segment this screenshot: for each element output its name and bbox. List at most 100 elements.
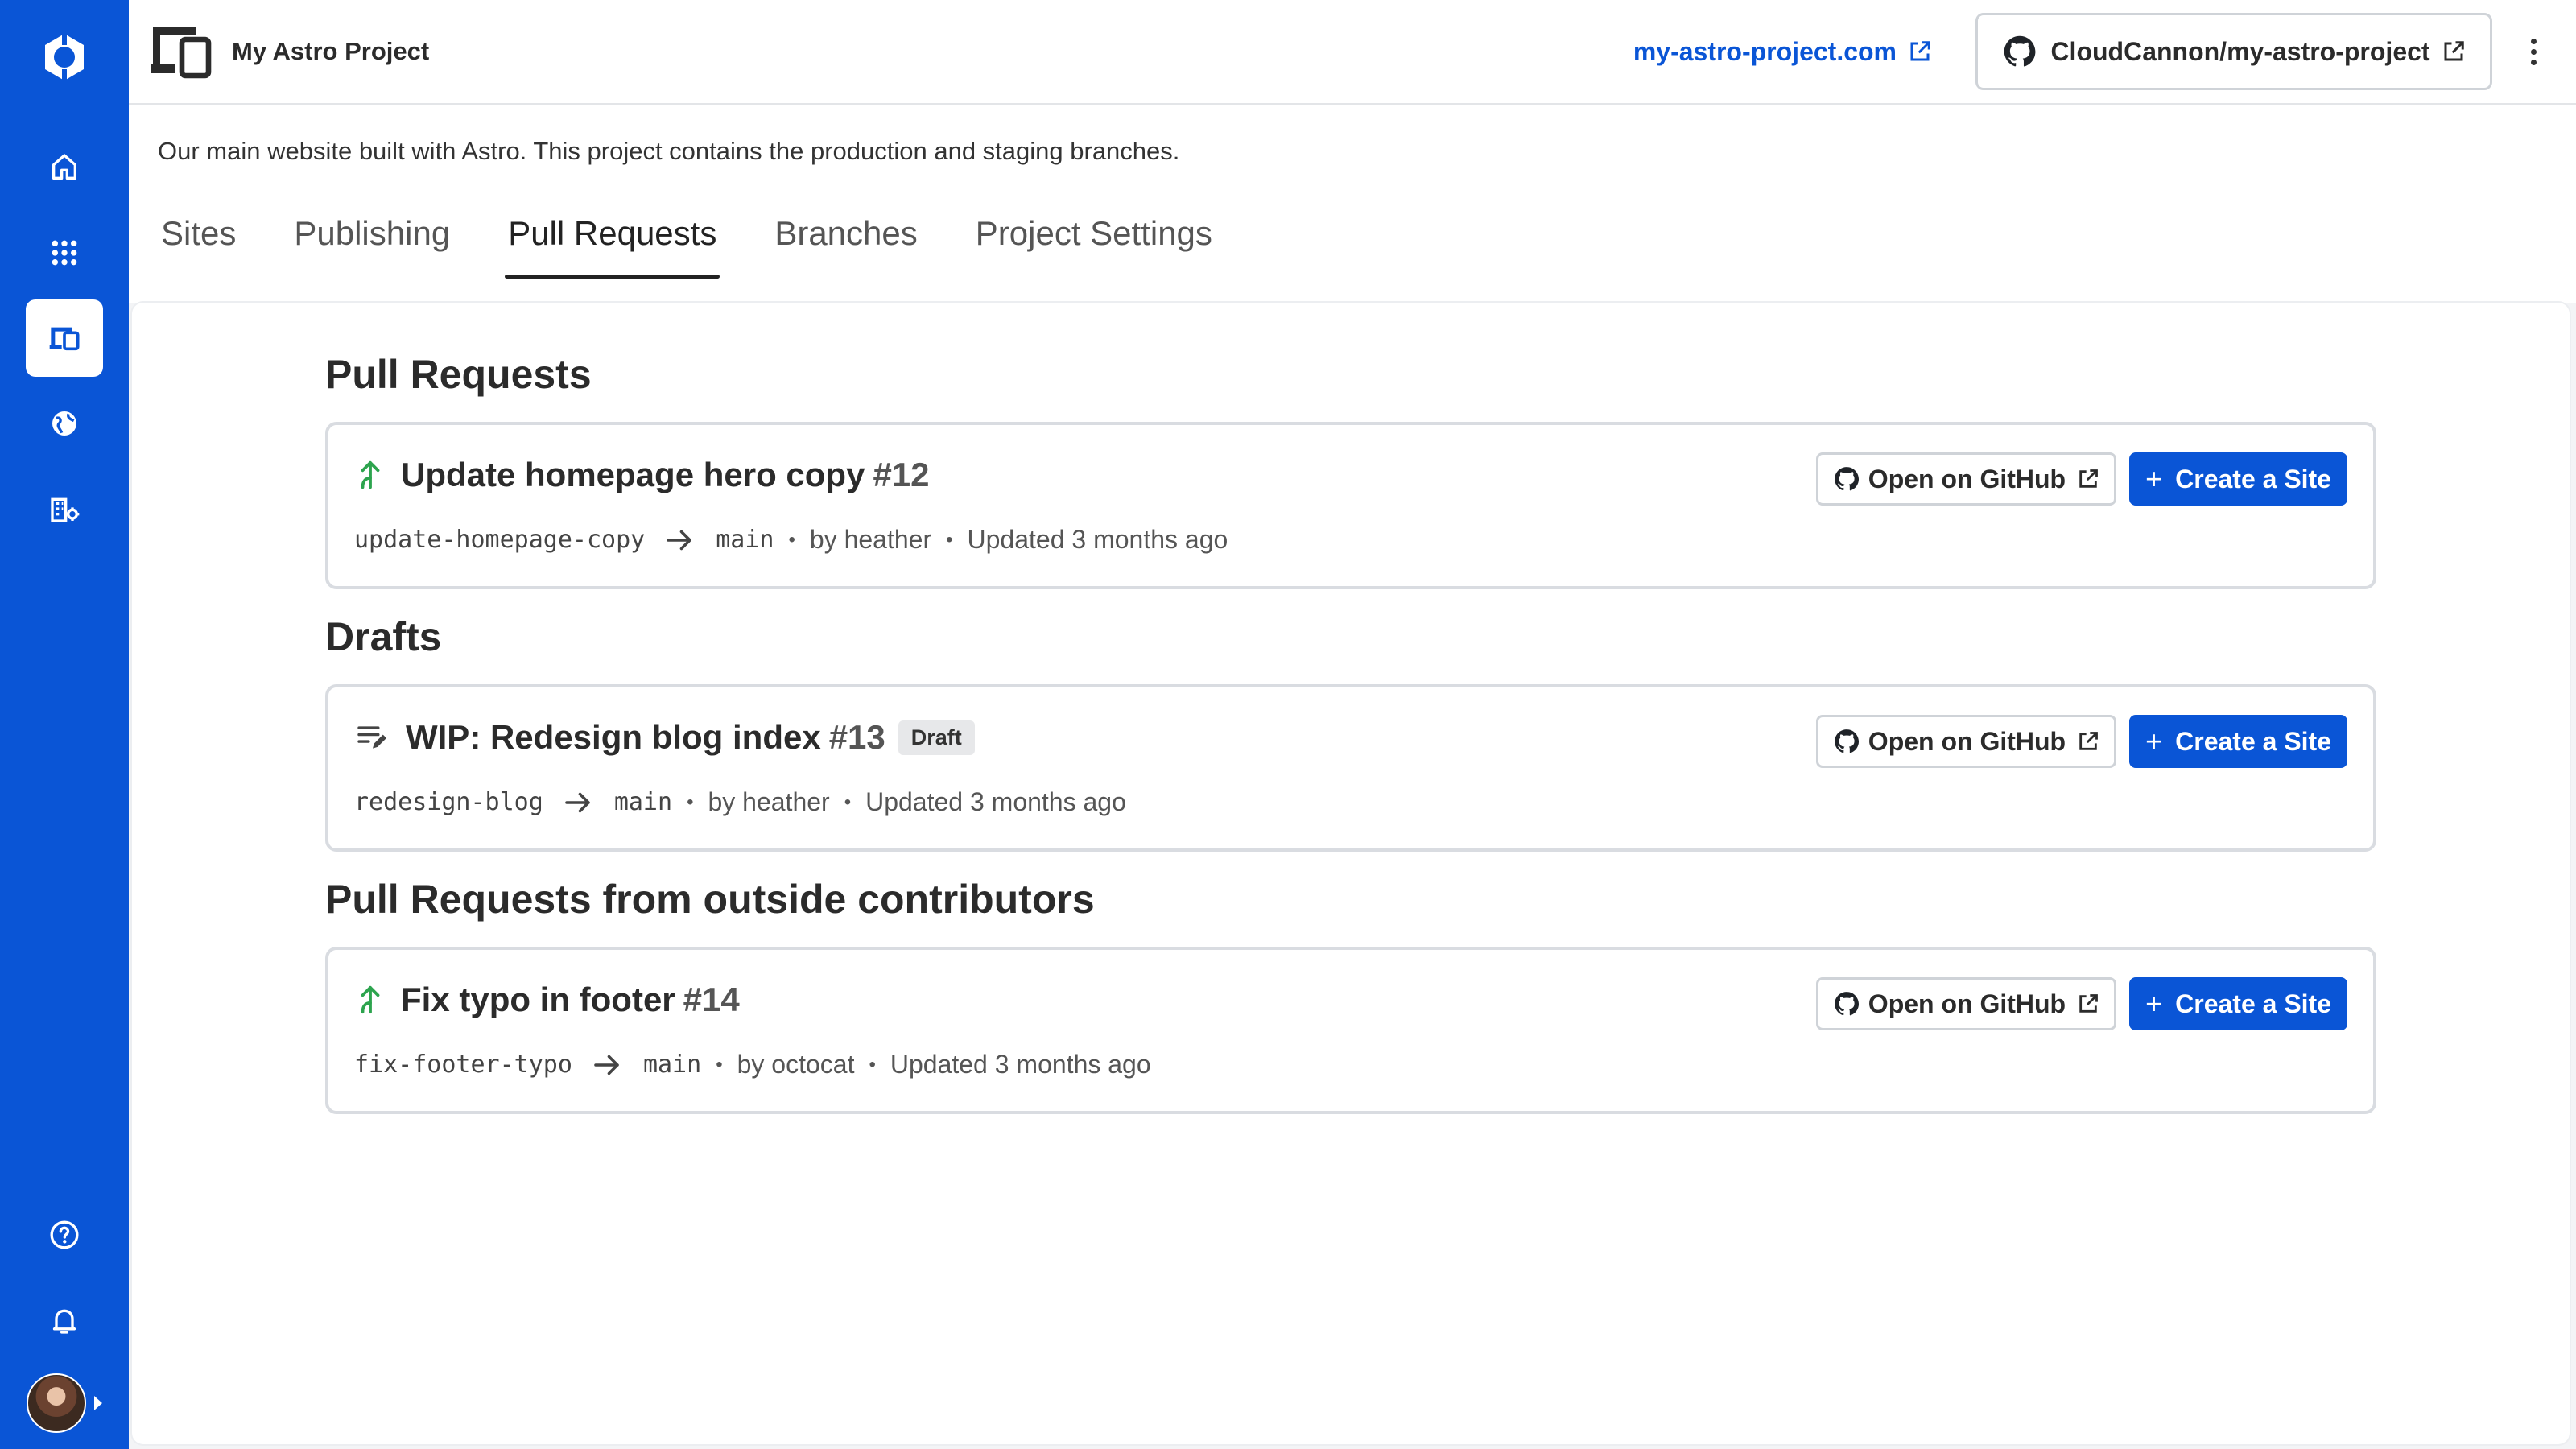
tab-publishing[interactable]: Publishing — [294, 214, 450, 279]
external-link-icon — [1910, 41, 1930, 61]
create-a-site-button[interactable]: + Create a Site — [2129, 977, 2347, 1030]
external-link-icon — [2079, 469, 2098, 488]
create-a-site-button[interactable]: + Create a Site — [2129, 452, 2347, 506]
avatar — [27, 1373, 86, 1433]
pull-request-card: Update homepage hero copy #12 update-hom… — [325, 422, 2376, 589]
create-a-site-label: Create a Site — [2175, 989, 2331, 1018]
pr-actions: Open on GitHub + Create a Site — [1815, 452, 2347, 506]
pull-request-icon — [357, 460, 383, 490]
nav-help[interactable] — [26, 1196, 103, 1274]
pull-request-card: Fix typo in footer #14 fix-footer-typo m… — [325, 947, 2376, 1114]
tab-sites[interactable]: Sites — [161, 214, 236, 279]
create-a-site-label: Create a Site — [2175, 464, 2331, 493]
arrow-right-icon — [564, 791, 593, 815]
open-on-github-label: Open on GitHub — [1868, 464, 2066, 493]
cloudcannon-logo[interactable] — [0, 0, 129, 114]
separator-dot: • — [687, 791, 694, 813]
pr-actions: Open on GitHub + Create a Site — [1815, 715, 2347, 768]
user-menu[interactable] — [27, 1373, 102, 1433]
plus-icon: + — [2145, 462, 2163, 495]
repo-name: CloudCannon/my-astro-project — [2050, 36, 2430, 66]
github-icon — [1834, 992, 1859, 1016]
project-name: My Astro Project — [232, 37, 430, 65]
kebab-dot — [2530, 38, 2537, 44]
section-title: Pull Requests — [325, 352, 592, 397]
nav-domains[interactable] — [26, 385, 103, 462]
nav-projects[interactable] — [26, 299, 103, 377]
project-header: My Astro Project my-astro-project.com Cl… — [129, 0, 2576, 105]
devices-icon — [49, 327, 80, 351]
pr-updated: Updated 3 months ago — [967, 525, 1228, 554]
pr-author: by heather — [708, 787, 830, 816]
external-link-icon — [2444, 41, 2464, 61]
pr-title-row: Update homepage hero copy #12 — [357, 456, 930, 494]
pull-requests-panel: Pull Requests Update homepage hero copy … — [132, 303, 2570, 1444]
globe-icon — [52, 411, 76, 436]
pr-actions: Open on GitHub + Create a Site — [1815, 977, 2347, 1030]
repo-button[interactable]: CloudCannon/my-astro-project — [1975, 13, 2492, 90]
site-url-text: my-astro-project.com — [1633, 36, 1897, 66]
target-branch: main — [642, 1051, 702, 1079]
separator-dot: • — [869, 1053, 876, 1075]
section-title: Drafts — [325, 614, 442, 659]
sidebar — [0, 0, 129, 1449]
source-branch: update-homepage-copy — [354, 526, 646, 554]
tab-pull-requests[interactable]: Pull Requests — [505, 214, 720, 279]
pr-number: #13 — [828, 718, 886, 756]
kebab-dot — [2530, 48, 2537, 55]
external-link-icon — [2079, 732, 2098, 750]
pr-number: #14 — [683, 980, 740, 1018]
nav-organization[interactable] — [26, 470, 103, 547]
open-on-github-label: Open on GitHub — [1868, 726, 2066, 756]
create-a-site-label: Create a Site — [2175, 726, 2331, 756]
separator-dot: • — [844, 791, 852, 813]
pr-title-row: Fix typo in footer #14 — [357, 980, 740, 1019]
pull-request-icon — [357, 985, 383, 1015]
devices-icon — [148, 23, 216, 80]
more-options-button[interactable] — [2508, 13, 2558, 90]
nav-apps[interactable] — [26, 214, 103, 291]
separator-dot: • — [716, 1053, 723, 1075]
pr-meta: redesign-blog main • by heather • Update… — [354, 787, 1126, 817]
pr-author: by heather — [809, 525, 932, 554]
source-branch: redesign-blog — [354, 788, 543, 816]
pr-meta: fix-footer-typo main • by octocat • Upda… — [354, 1050, 1151, 1080]
building-settings-icon — [51, 497, 80, 522]
separator-dot: • — [946, 528, 953, 551]
help-icon — [50, 1220, 79, 1249]
pr-title[interactable]: Update homepage hero copy — [401, 456, 865, 494]
section-title: Pull Requests from outside contributors — [325, 877, 1095, 922]
open-on-github-button[interactable]: Open on GitHub — [1815, 715, 2117, 768]
pr-meta: update-homepage-copy main • by heather •… — [354, 525, 1228, 555]
pr-author: by octocat — [737, 1050, 855, 1079]
plus-icon: + — [2145, 724, 2163, 758]
open-on-github-label: Open on GitHub — [1868, 989, 2066, 1018]
target-branch: main — [716, 526, 774, 554]
separator-dot: • — [788, 528, 795, 551]
github-icon — [2004, 35, 2036, 67]
source-branch: fix-footer-typo — [354, 1051, 572, 1079]
nav-home[interactable] — [26, 129, 103, 206]
plus-icon: + — [2145, 987, 2163, 1020]
open-on-github-button[interactable]: Open on GitHub — [1815, 452, 2117, 506]
bell-icon — [52, 1309, 76, 1334]
tab-project-settings[interactable]: Project Settings — [976, 214, 1212, 279]
github-icon — [1834, 729, 1859, 753]
tab-branches[interactable]: Branches — [774, 214, 917, 279]
site-url-link[interactable]: my-astro-project.com — [1633, 37, 1932, 67]
nav-notifications[interactable] — [26, 1282, 103, 1359]
external-link-icon — [2079, 994, 2098, 1013]
github-icon — [1834, 467, 1859, 491]
create-a-site-button[interactable]: + Create a Site — [2129, 715, 2347, 768]
draft-badge: Draft — [898, 720, 975, 755]
grid-icon — [52, 240, 77, 266]
pr-updated: Updated 3 months ago — [865, 787, 1126, 816]
caret-right-icon — [94, 1396, 102, 1410]
kebab-dot — [2530, 59, 2537, 65]
cloudcannon-logo-icon — [45, 34, 84, 80]
pr-title[interactable]: Fix typo in footer — [401, 980, 675, 1019]
pr-title-row: WIP: Redesign blog index #13 Draft — [357, 718, 975, 757]
open-on-github-button[interactable]: Open on GitHub — [1815, 977, 2117, 1030]
pr-number: #12 — [873, 456, 930, 493]
pr-title[interactable]: WIP: Redesign blog index — [406, 718, 821, 757]
